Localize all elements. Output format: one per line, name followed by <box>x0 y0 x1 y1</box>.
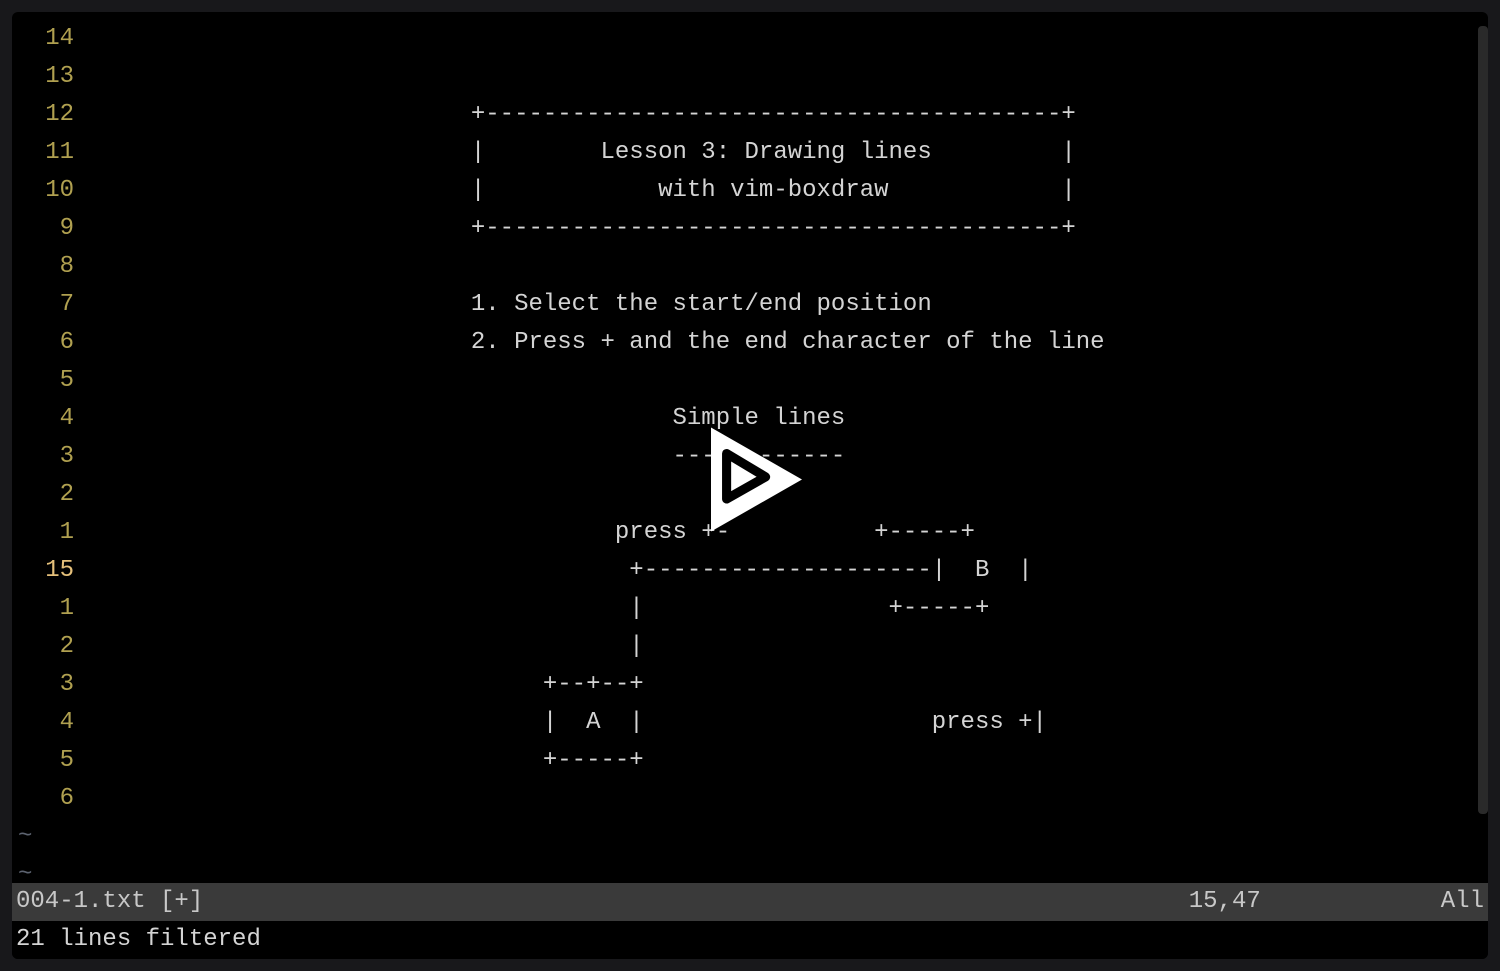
line-number-gutter: 141312111098765432115123456 <box>12 12 82 883</box>
line-number: 5 <box>12 362 82 400</box>
empty-line-tilde: ~ <box>18 818 32 856</box>
text-line[interactable]: | <box>82 628 1488 666</box>
message-bar: 21 lines filtered <box>12 921 1488 959</box>
line-number: 8 <box>12 248 82 286</box>
line-number: 3 <box>12 438 82 476</box>
text-line[interactable]: +--------------------| B | <box>82 552 1488 590</box>
line-number: 1 <box>12 590 82 628</box>
text-line[interactable]: | with vim-boxdraw | <box>82 172 1488 210</box>
text-line[interactable]: +-----+ <box>82 742 1488 780</box>
text-line[interactable] <box>82 362 1488 400</box>
line-number: 4 <box>12 704 82 742</box>
line-number: 3 <box>12 666 82 704</box>
line-number: 15 <box>12 552 82 590</box>
line-number: 5 <box>12 742 82 780</box>
text-line[interactable]: +--+--+ <box>82 666 1488 704</box>
line-number: 12 <box>12 96 82 134</box>
text-line[interactable]: | +-----+ <box>82 590 1488 628</box>
line-number: 4 <box>12 400 82 438</box>
status-scroll: All <box>1441 883 1484 921</box>
status-position: 15,47 <box>1189 883 1261 921</box>
line-number: 10 <box>12 172 82 210</box>
line-number: 2 <box>12 628 82 666</box>
text-line[interactable]: | Lesson 3: Drawing lines | <box>82 134 1488 172</box>
play-button[interactable] <box>685 414 815 544</box>
text-line[interactable]: | A | press +| <box>82 704 1488 742</box>
line-number: 14 <box>12 20 82 58</box>
line-number: 11 <box>12 134 82 172</box>
text-line[interactable]: 1. Select the start/end position <box>82 286 1488 324</box>
line-number: 9 <box>12 210 82 248</box>
line-number: 7 <box>12 286 82 324</box>
text-line[interactable]: +---------------------------------------… <box>82 96 1488 134</box>
scrollbar[interactable] <box>1478 26 1488 814</box>
text-line[interactable]: 2. Press + and the end character of the … <box>82 324 1488 362</box>
empty-line-tilde: ~ <box>18 856 32 894</box>
play-icon <box>685 414 815 544</box>
line-number: 1 <box>12 514 82 552</box>
message-text: 21 lines filtered <box>16 926 261 953</box>
text-line[interactable] <box>82 248 1488 286</box>
text-line[interactable] <box>82 20 1488 58</box>
text-line[interactable]: +---------------------------------------… <box>82 210 1488 248</box>
line-number: 6 <box>12 324 82 362</box>
line-number: 2 <box>12 476 82 514</box>
status-filename: 004-1.txt [+] <box>16 883 1189 921</box>
line-number: 13 <box>12 58 82 96</box>
text-line[interactable] <box>82 780 1488 818</box>
status-bar: 004-1.txt [+] 15,47 All <box>12 883 1488 921</box>
line-number: 6 <box>12 780 82 818</box>
text-line[interactable] <box>82 58 1488 96</box>
